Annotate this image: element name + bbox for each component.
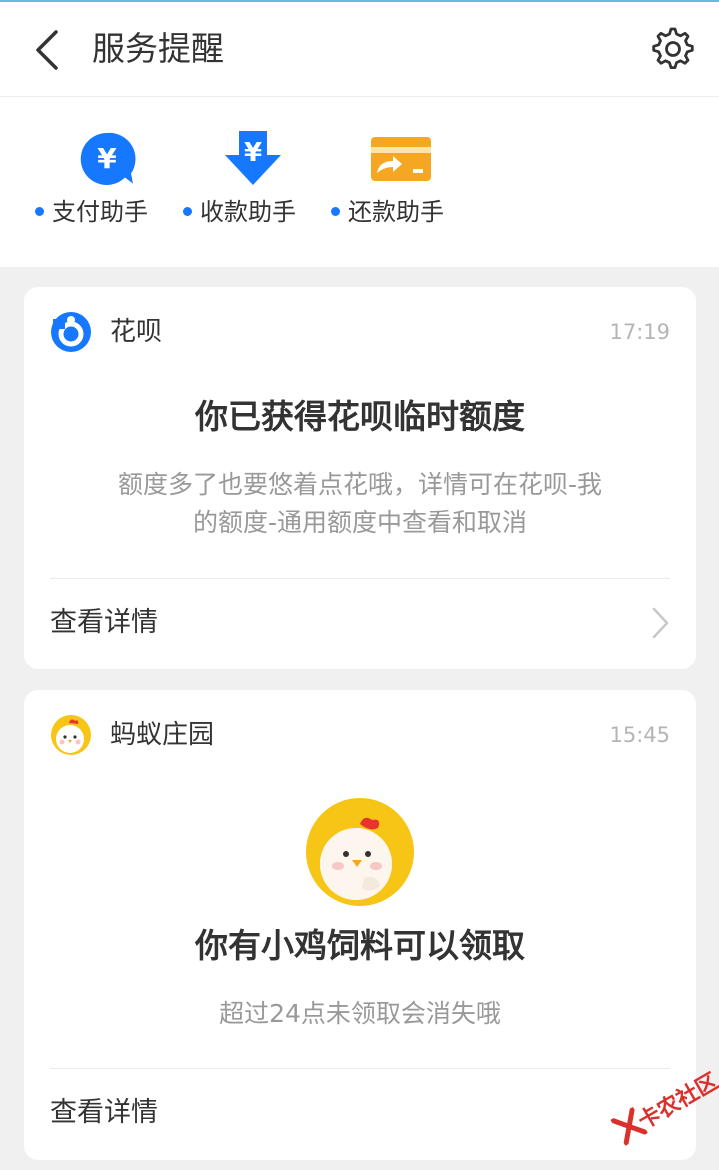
card-source-name: 花呗 (110, 317, 163, 347)
chevron-right-icon (652, 607, 669, 639)
header-bar: 服务提醒 (0, 2, 719, 97)
status-dot (183, 206, 192, 216)
helper-label: 收款助手 (200, 198, 296, 226)
svg-text:¥: ¥ (97, 142, 117, 175)
view-details-label: 查看详情 (50, 607, 158, 638)
helper-shortcuts: ¥ 支付助手 ¥ 收款助手 还款助手 (0, 97, 719, 267)
card-source-name: 蚂蚁庄园 (110, 720, 215, 750)
card-description: 超过24点未领取会消失哦 (219, 999, 501, 1028)
chevron-left-icon (36, 30, 58, 70)
repayment-assistant[interactable]: 还款助手 (331, 129, 471, 229)
gear-icon (652, 27, 694, 69)
watermark-text: 卡农社区 (634, 1069, 719, 1135)
payment-assistant[interactable]: ¥ 支付助手 (35, 129, 175, 229)
view-details-link[interactable]: 查看详情 (50, 584, 670, 662)
card-description-line1: 额度多了也要悠着点花哦，详情可在花呗-我 (117, 470, 603, 499)
view-details-label: 查看详情 (50, 1097, 158, 1128)
chick-illustration-icon (306, 798, 414, 906)
huabei-logo-icon (51, 312, 91, 352)
yuan-bubble-icon: ¥ (80, 132, 136, 185)
page-title: 服务提醒 (92, 29, 224, 68)
card-header: 花呗 17:19 (24, 287, 696, 377)
card-time: 17:19 (609, 320, 670, 344)
card-description-line2: 的额度-通用额度中查看和取消 (192, 508, 528, 537)
notification-card-huabei: 花呗 17:19 你已获得花呗临时额度 额度多了也要悠着点花哦，详情可在花呗-我… (24, 287, 696, 669)
card-repay-icon (371, 137, 431, 181)
collection-assistant[interactable]: ¥ 收款助手 (183, 129, 323, 229)
helper-label: 还款助手 (348, 198, 444, 226)
chick-avatar-icon (51, 715, 91, 755)
card-header: 蚂蚁庄园 15:45 (24, 690, 696, 780)
card-title: 你已获得花呗临时额度 (195, 397, 525, 436)
back-button[interactable] (30, 28, 70, 72)
helper-label: 支付助手 (52, 198, 148, 226)
notification-card-antfarm: 蚂蚁庄园 15:45 你有小鸡饲料可以领取 超过24点未领取会消失哦 查看详情 (24, 690, 696, 1160)
status-dot (331, 206, 340, 216)
card-time: 15:45 (609, 723, 670, 747)
svg-text:¥: ¥ (244, 138, 262, 168)
settings-button[interactable] (648, 26, 694, 72)
divider (50, 578, 670, 579)
divider (50, 1068, 670, 1069)
view-details-link[interactable]: 查看详情 (50, 1074, 670, 1152)
card-title: 你有小鸡饲料可以领取 (195, 926, 525, 965)
status-dot (35, 206, 44, 216)
yuan-download-icon: ¥ (225, 131, 281, 185)
